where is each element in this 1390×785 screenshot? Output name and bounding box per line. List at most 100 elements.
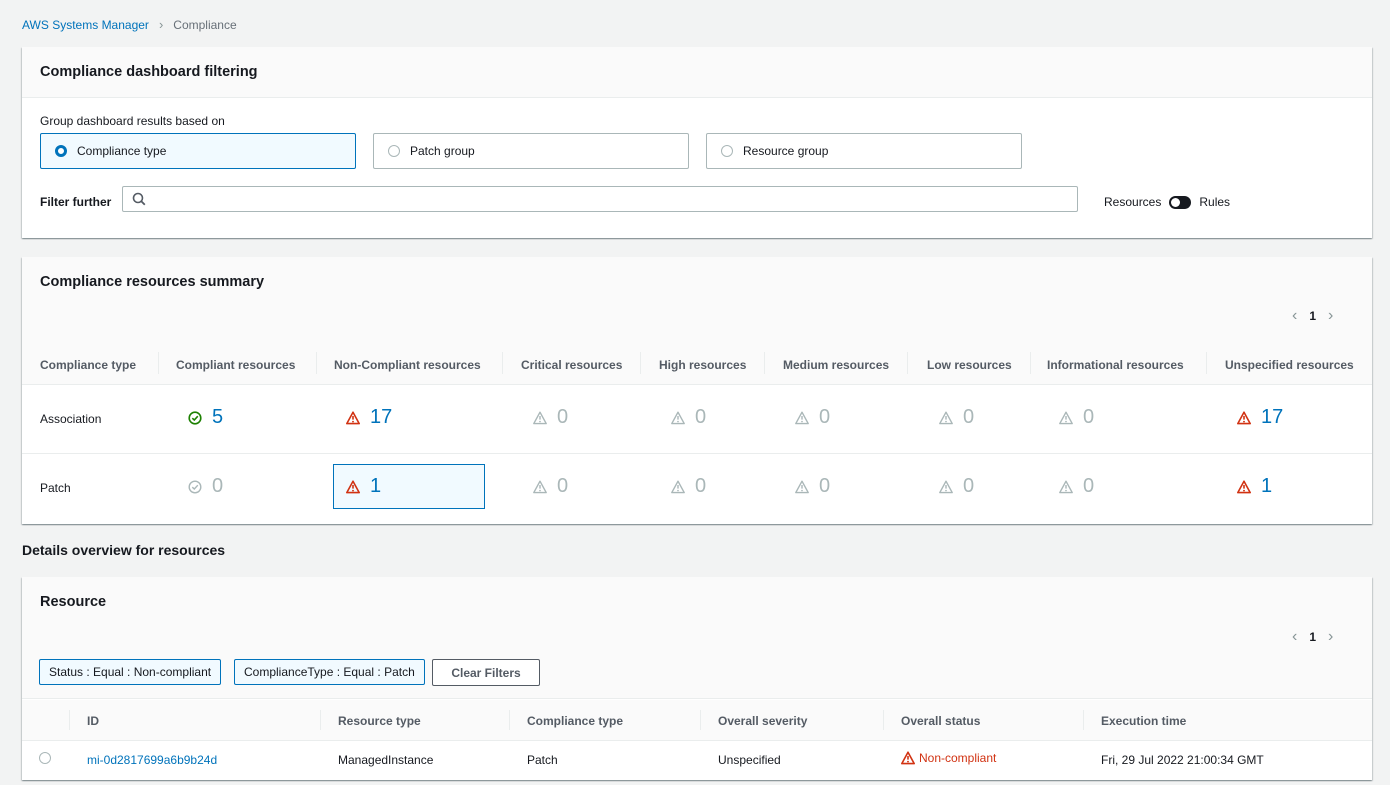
column-divider [640,352,641,374]
chevron-left-icon[interactable]: ‹ [1292,307,1297,325]
compliance-summary-panel: Compliance resources summary ‹ 1 › Compl… [22,257,1372,524]
radio-resource-group[interactable]: Resource group [706,133,1022,169]
radio-compliance-type-label: Compliance type [77,144,167,158]
chevron-right-icon[interactable]: › [1328,628,1333,646]
unspecified-value: 1 [1261,475,1273,497]
col-overall-status[interactable]: Overall status [901,714,980,728]
overall-status-cell: Non-compliant [901,751,996,765]
patch-medium-count: 0 [795,475,830,498]
association-high-count: 0 [671,406,706,429]
resource-panel-header: Resource ‹ 1 › Status : Equal : Non-comp… [22,577,1372,699]
compliance-filter-panel: Compliance dashboard filtering Group das… [22,47,1372,238]
patch-critical-count: 0 [533,475,568,498]
patch-unspecified-count[interactable]: 1 [1237,475,1272,498]
page-number[interactable]: 1 [1309,630,1316,644]
table-row: mi-0d2817699a6b9b24d ManagedInstance Pat… [22,741,1372,777]
resources-rules-toggle-group: Resources Rules [1104,195,1230,209]
warning-icon [1237,479,1251,493]
resource-panel-title: Resource [40,594,107,610]
radio-resource-group-label: Resource group [743,144,829,158]
radio-unselected-icon [721,145,733,157]
warning-icon [795,411,809,424]
col-overall-severity[interactable]: Overall severity [718,714,807,728]
resources-rules-toggle[interactable] [1169,195,1192,209]
filter-further-label: Filter further [40,195,112,209]
patch-informational-count: 0 [1059,475,1094,498]
low-value: 0 [963,406,975,428]
filter-chip-compliance-type[interactable]: ComplianceType : Equal : Patch [234,659,425,685]
summary-panel-header: Compliance resources summary ‹ 1 › Compl… [22,257,1372,385]
column-divider [764,352,765,374]
column-divider [1206,352,1207,374]
col-critical: Critical resources [521,358,623,372]
breadcrumb-current: Compliance [173,17,237,32]
resource-table-header: ID Resource type Compliance type Overall… [22,700,1372,741]
summary-pagination: ‹ 1 › [1292,307,1333,325]
execution-time-cell: Fri, 29 Jul 2022 21:00:34 GMT [1101,753,1264,767]
col-execution-time[interactable]: Execution time [1101,714,1186,728]
row-type-label: Patch [40,481,71,495]
check-circle-icon [188,410,202,425]
toggle-resources-label: Resources [1104,195,1162,209]
association-low-count: 0 [939,406,974,429]
warning-icon [533,411,547,424]
radio-unselected-icon [388,145,400,157]
patch-compliant-count: 0 [188,475,223,498]
warning-icon [1059,480,1073,493]
patch-low-count: 0 [939,475,974,498]
breadcrumb-systems-manager-link[interactable]: AWS Systems Manager [22,18,149,32]
association-unspecified-count[interactable]: 17 [1237,406,1283,429]
col-compliance-type: Compliance type [40,358,137,372]
association-informational-count: 0 [1059,406,1094,429]
radio-patch-group[interactable]: Patch group [373,133,689,169]
association-compliant-count[interactable]: 5 [188,406,223,429]
chevron-right-icon: › [158,17,164,32]
summary-panel-title: Compliance resources summary [40,274,265,290]
summary-row-patch: Patch 0 1 0 0 0 0 0 1 [22,454,1372,523]
details-overview-heading: Details overview for resources [22,542,226,558]
warning-icon [533,480,547,493]
resource-panel: Resource ‹ 1 › Status : Equal : Non-comp… [22,577,1372,780]
association-critical-count: 0 [533,406,568,429]
col-resource-type[interactable]: Resource type [338,714,421,728]
patch-noncompliant-count[interactable]: 1 [346,475,381,498]
chevron-right-icon[interactable]: › [1328,307,1333,325]
unspecified-value: 17 [1261,406,1284,428]
overall-status-text: Non-compliant [919,751,997,765]
column-divider [1030,352,1031,374]
check-circle-icon [188,479,202,494]
column-divider [158,352,159,374]
critical-value: 0 [557,475,569,497]
compliant-value: 5 [212,406,224,428]
col-id[interactable]: ID [87,714,99,728]
informational-value: 0 [1083,475,1095,497]
high-value: 0 [695,406,707,428]
radio-selected-icon [55,145,67,157]
column-divider [883,710,884,730]
column-divider [509,710,510,730]
resource-type-cell: ManagedInstance [338,753,434,767]
warning-icon [671,480,685,493]
row-select-radio[interactable] [39,752,51,764]
col-low: Low resources [927,358,1012,372]
page-number[interactable]: 1 [1309,309,1316,323]
radio-compliance-type[interactable]: Compliance type [40,133,356,169]
summary-row-association: Association 5 17 0 0 0 0 0 17 [22,385,1372,454]
chevron-left-icon[interactable]: ‹ [1292,628,1297,646]
filter-chip-status[interactable]: Status : Equal : Non-compliant [39,659,222,685]
noncompliant-value: 17 [370,406,393,428]
warning-icon [795,480,809,493]
low-value: 0 [963,475,975,497]
medium-value: 0 [819,475,831,497]
col-compliance-type[interactable]: Compliance type [527,714,623,728]
radio-patch-group-label: Patch group [410,144,475,158]
resource-id-link[interactable]: mi-0d2817699a6b9b24d [87,753,217,767]
col-high: High resources [659,358,747,372]
warning-icon [939,480,953,493]
col-compliant: Compliant resources [176,358,296,372]
warning-icon [671,411,685,424]
association-noncompliant-count[interactable]: 17 [346,406,392,429]
filter-search-input[interactable] [122,186,1078,212]
filter-panel-title: Compliance dashboard filtering [40,64,258,80]
clear-filters-button[interactable]: Clear Filters [432,659,540,686]
